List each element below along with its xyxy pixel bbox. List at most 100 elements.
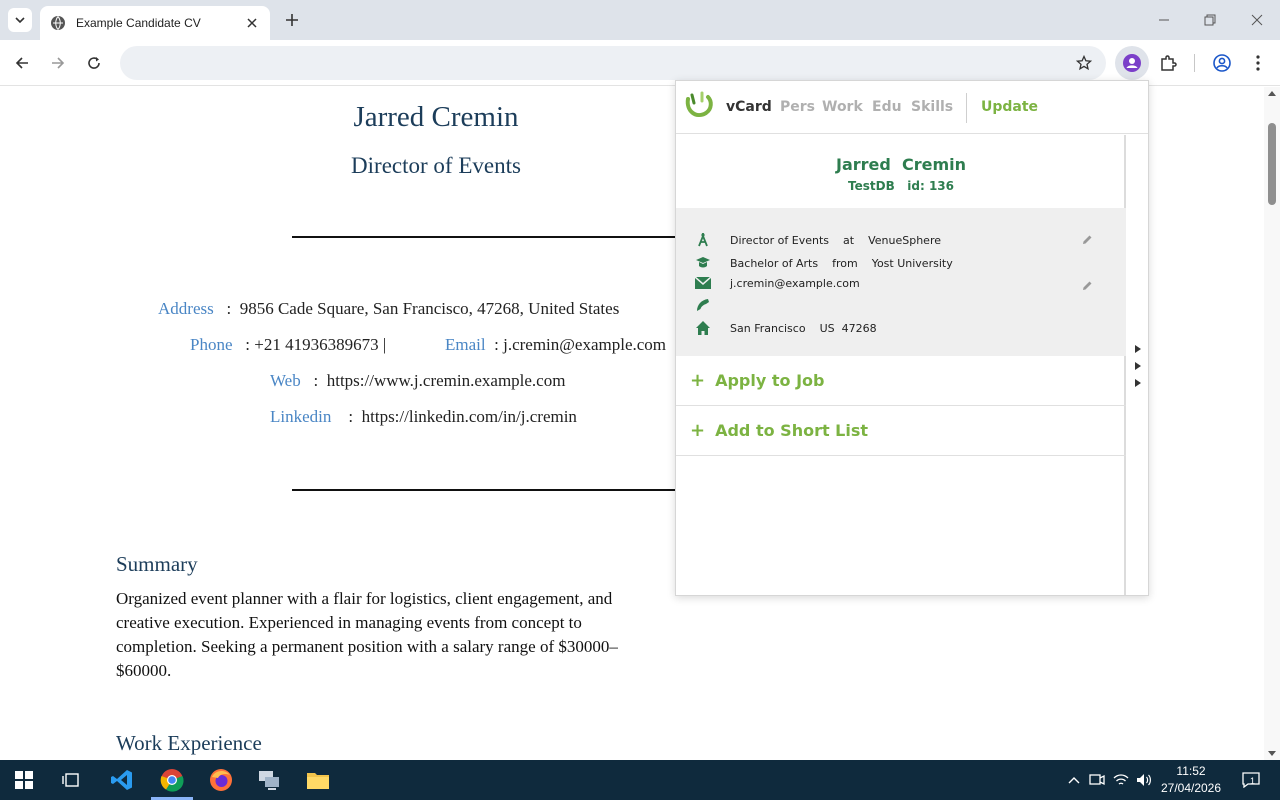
tab-work[interactable]: Work [822,99,863,115]
phone-row [694,297,730,313]
forward-button[interactable] [46,51,70,75]
country: US [819,321,835,335]
vscode-icon [111,770,132,790]
back-button[interactable] [10,51,34,75]
address-bar[interactable] [120,46,1106,80]
expand-arrow-icon[interactable] [1135,362,1141,370]
windows-taskbar: 11:52 27/04/2026 1 [0,760,1280,800]
profile-icon [1213,54,1231,72]
degree: Bachelor of Arts [730,256,819,270]
colon: : [245,335,250,354]
browser-tab[interactable]: Example Candidate CV [40,6,270,40]
company: VenueSphere [868,233,941,247]
tab-strip: Example Candidate CV [0,0,1280,40]
system-clock[interactable]: 11:52 27/04/2026 [1156,763,1226,797]
tab-vcard[interactable]: vCard [726,99,772,115]
expand-arrow-icon[interactable] [1135,379,1141,387]
windows-logo-icon [15,771,33,789]
compass-icon [694,232,712,248]
vcard-extension-popup: vCard Pers Work Edu Skills Update Jarred… [675,80,1149,596]
update-button[interactable]: Update [981,99,1038,115]
scroll-thumb[interactable] [1268,123,1276,205]
notification-center-button[interactable]: 1 [1240,772,1262,788]
add-to-short-list-button[interactable]: + Add to Short List [676,406,1126,456]
contact-info-panel: Director of Events at VenueSphere Bachel… [676,208,1126,356]
globe-icon [50,15,66,31]
phone-line: Phone : +21 41936389673 | [190,335,386,355]
vcard-extension-button[interactable] [1115,46,1149,80]
colon: : [348,407,354,426]
restore-button[interactable] [1198,8,1222,32]
header-divider [292,236,692,238]
notification-badge: 1 [1250,776,1256,786]
reload-button[interactable] [82,51,106,75]
close-icon[interactable] [244,15,260,31]
work-experience-heading: Work Experience [116,731,262,755]
address-line: Address : 9856 Cade Square, San Francisc… [158,299,619,319]
extensions-button[interactable] [1156,51,1180,75]
edit-contact-pencil-icon[interactable] [1081,280,1093,292]
clock-date: 27/04/2026 [1160,781,1222,795]
address-value: 9856 Cade Square, San Francisco, 47268, … [239,299,620,318]
bookmark-star-icon[interactable] [1075,54,1093,76]
job-at: at [843,233,855,247]
plus-icon [286,14,298,26]
tab-pers[interactable]: Pers [780,99,815,115]
page-scrollbar[interactable] [1264,87,1280,760]
network-icon[interactable] [1113,772,1129,788]
linkedin-value[interactable]: https://linkedin.com/in/j.cremin [362,407,577,426]
task-view-button[interactable] [47,760,95,800]
envelope-icon [694,275,712,291]
record-id: id: 136 [907,179,954,193]
email-line: Email : j.cremin@example.com [445,335,666,355]
back-icon [15,57,28,69]
new-tab-button[interactable] [282,10,302,30]
web-value[interactable]: https://www.j.cremin.example.com [327,371,566,390]
colon: : [494,335,499,354]
web-label: Web [270,371,301,390]
profile-button[interactable] [1210,51,1234,75]
school: Yost University [871,256,953,270]
clock-time: 11:52 [1176,764,1206,778]
remote-desktop-taskbar-button[interactable] [245,760,293,800]
colon: : [313,371,319,390]
start-button[interactable] [0,760,48,800]
expand-arrow-icon[interactable] [1135,345,1141,353]
vscode-taskbar-button[interactable] [98,760,146,800]
email-value[interactable]: j.cremin@example.com [503,335,666,354]
email[interactable]: j.cremin@example.com [730,277,860,290]
shortlist-label: Add to Short List [715,421,869,440]
job-row: Director of Events at VenueSphere [694,232,941,248]
chrome-taskbar-button[interactable] [148,760,196,800]
forward-icon [52,57,65,69]
plus-icon: + [690,370,706,391]
scroll-up-arrow-icon[interactable] [1268,91,1276,96]
education-row: Bachelor of Arts from Yost University [694,255,953,271]
browser-menu-button[interactable] [1246,51,1270,75]
nav-divider [966,93,967,123]
close-window-button[interactable] [1245,8,1269,32]
tray-overflow-icon[interactable] [1066,772,1082,788]
phone-value: +21 41936389673 | [254,335,387,354]
popup-nav: vCard Pers Work Edu Skills Update [676,81,1148,134]
tab-edu[interactable]: Edu [872,99,902,115]
meet-now-icon[interactable] [1089,772,1105,788]
firefox-taskbar-button[interactable] [197,760,245,800]
graduation-cap-icon [694,255,712,271]
close-icon [1251,14,1263,26]
plus-icon: + [690,420,706,441]
minimize-button[interactable] [1152,8,1176,32]
first-name: Jarred [835,155,891,174]
edit-job-pencil-icon[interactable] [1081,234,1093,246]
last-name: Cremin [901,155,966,174]
tab-search-button[interactable] [8,8,32,32]
apply-to-job-button[interactable]: + Apply to Job [676,356,1126,406]
volume-icon[interactable] [1136,772,1152,788]
scroll-down-arrow-icon[interactable] [1268,751,1276,756]
chrome-icon [160,769,184,792]
extension-icon [1123,54,1141,72]
phone-label: Phone [190,335,233,354]
tab-skills[interactable]: Skills [911,99,953,115]
file-explorer-taskbar-button[interactable] [294,760,342,800]
location-row: San Francisco US 47268 [694,320,877,336]
